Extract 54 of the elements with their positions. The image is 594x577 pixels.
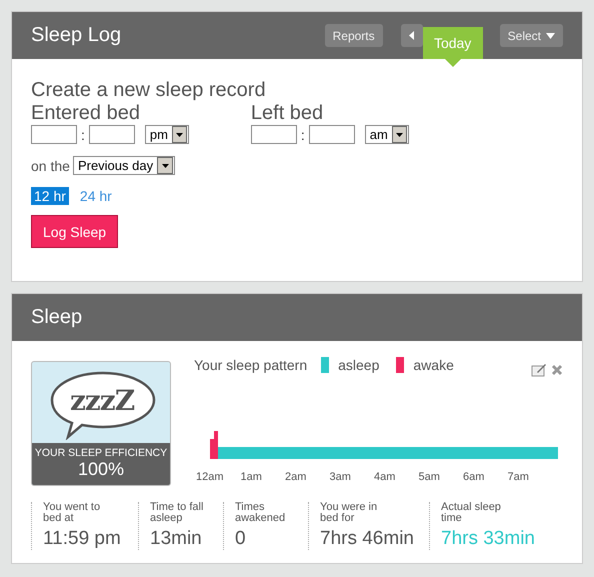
efficiency-label: YOUR SLEEP EFFICIENCY [34, 447, 168, 459]
previous-button[interactable] [400, 24, 423, 47]
stat-label: Times awakened [235, 502, 286, 526]
time-axis-label: 5am [418, 471, 441, 483]
tab-pointer-icon [444, 59, 461, 67]
stat-value: 0 [235, 528, 247, 550]
speech-bubble-icon [48, 370, 158, 440]
stat-label: You were in bed for [320, 502, 378, 526]
caret-icon [162, 164, 169, 168]
caret-icon [176, 132, 183, 136]
caret-icon [396, 132, 403, 136]
time-format-toggle[interactable]: 24 hr [76, 187, 115, 205]
stat-label: You went to bed at [43, 502, 102, 526]
efficiency-value: 100% [76, 459, 126, 480]
time-axis-label: 4am [374, 471, 396, 483]
reports-button[interactable]: Reports [324, 24, 383, 47]
time-axis-label: 3am [330, 471, 352, 483]
time-format-toggle[interactable]: 12 hr [31, 187, 69, 205]
minute-field[interactable] [308, 125, 355, 144]
time-axis-label: 1am [240, 471, 263, 483]
time-separator: : [81, 126, 85, 142]
time-label: Entered bed [31, 101, 141, 125]
period-dropdown[interactable]: am [364, 125, 409, 144]
caret-icon [546, 32, 555, 38]
stat-value: 11:59 pm [43, 528, 122, 550]
stat-label: Actual sleep time [441, 502, 502, 526]
select-dropdown[interactable]: Select [500, 24, 563, 47]
time-axis-label: 7am [508, 471, 530, 483]
legend-label: awake [413, 357, 454, 373]
time-label: Left bed [250, 101, 324, 125]
minute-field[interactable] [88, 125, 135, 144]
time-axis-label: 12am [196, 471, 225, 483]
time-separator: : [300, 126, 305, 142]
time-axis-label: 2am [285, 471, 308, 483]
edit-icon[interactable] [531, 363, 547, 377]
stat-value: 13min [150, 528, 203, 550]
form-heading: Create a new sleep record [31, 79, 267, 101]
stat-value: 7hrs 46min [320, 528, 415, 550]
hour-field[interactable] [250, 125, 297, 144]
left-arrow-icon [408, 31, 415, 40]
panel-title: Sleep Log [31, 24, 122, 47]
chart-title: Your sleep pattern [194, 357, 308, 373]
bubble-text: zzzZ [70, 384, 134, 417]
time-axis-label: 6am [463, 471, 486, 483]
panel-title: Sleep [31, 306, 82, 329]
stat-label: Time to fall asleep [150, 502, 204, 526]
day-label: on the [31, 158, 70, 174]
close-icon[interactable] [551, 364, 563, 376]
period-dropdown[interactable]: pm [144, 125, 189, 144]
legend-label: asleep [338, 357, 380, 373]
stat-value: 7hrs 33min [441, 528, 535, 550]
hour-field[interactable] [31, 125, 77, 144]
log-sleep-button[interactable]: Log Sleep [31, 215, 118, 248]
day-dropdown[interactable]: Previous day [72, 156, 176, 175]
